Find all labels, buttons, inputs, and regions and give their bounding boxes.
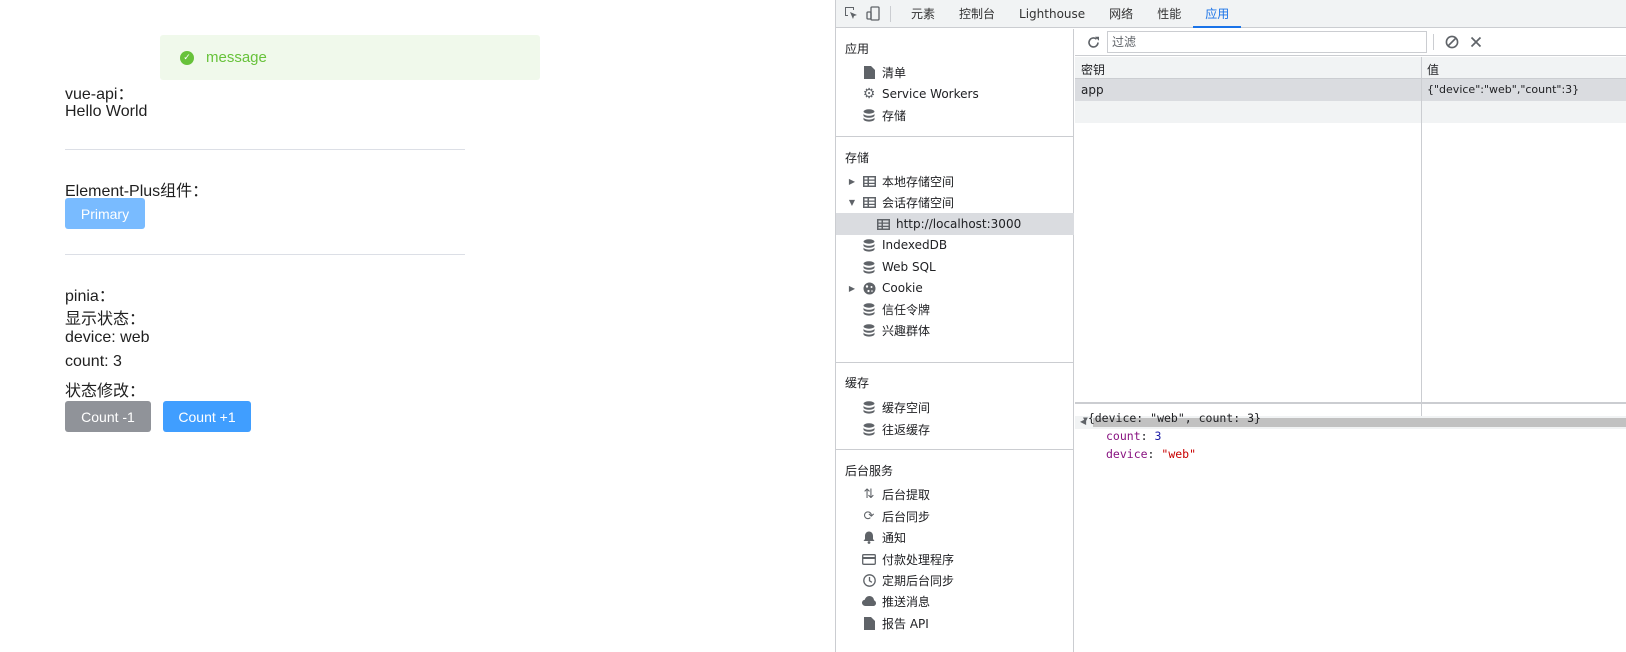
table-row-empty[interactable] bbox=[1075, 101, 1626, 123]
arrows-updown-icon: ⇅ bbox=[863, 486, 875, 502]
storage-table: 密钥 值 app {"device":"web","count":3} ◀ bbox=[1075, 57, 1626, 429]
database-icon bbox=[861, 399, 877, 415]
clear-all-icon[interactable] bbox=[1440, 30, 1464, 54]
section-divider bbox=[836, 362, 1074, 363]
file-icon bbox=[861, 64, 877, 80]
tab-separator bbox=[890, 5, 891, 22]
database-icon bbox=[861, 107, 877, 123]
grid-icon bbox=[861, 194, 877, 210]
storage-view: 密钥 值 app {"device":"web","count":3} ◀ ▼{… bbox=[1075, 29, 1626, 652]
section-title-storage: 存储 bbox=[845, 151, 870, 165]
tab-performance[interactable]: 性能 bbox=[1145, 0, 1193, 28]
sidebar-item-background-sync[interactable]: ⟳ 后台同步 bbox=[836, 505, 1074, 527]
devtools-panel: 元素 控制台 Lighthouse 网络 性能 应用 应用 清单 ⚙ Servi… bbox=[835, 0, 1626, 652]
gear-icon: ⚙ bbox=[862, 86, 876, 102]
bell-icon bbox=[861, 529, 877, 545]
check-circle-icon: ✓ bbox=[180, 50, 194, 65]
column-divider[interactable] bbox=[1421, 57, 1422, 429]
preview-splitter[interactable] bbox=[1075, 402, 1626, 404]
delete-selected-icon[interactable] bbox=[1464, 30, 1488, 54]
sidebar-item-cookie[interactable]: ▶ Cookie bbox=[836, 277, 1074, 299]
refresh-icon[interactable] bbox=[1081, 30, 1105, 54]
expand-arrow-icon[interactable]: ▶ bbox=[847, 177, 857, 186]
count-increment-button[interactable]: Count +1 bbox=[163, 401, 251, 432]
sidebar-item-cache-storage[interactable]: 缓存空间 bbox=[836, 396, 1074, 418]
devtools-tab-bar: 元素 控制台 Lighthouse 网络 性能 应用 bbox=[836, 0, 1626, 28]
success-message-toast: ✓ message bbox=[160, 35, 540, 80]
storage-toolbar bbox=[1075, 29, 1626, 56]
sidebar-item-indexeddb[interactable]: IndexedDB bbox=[836, 234, 1074, 256]
toolbar-separator bbox=[1433, 34, 1434, 50]
device-state: device: web bbox=[65, 329, 150, 346]
sidebar-item-trust-tokens[interactable]: 信任令牌 bbox=[836, 298, 1074, 320]
cookie-icon bbox=[861, 280, 877, 296]
sidebar-item-manifest[interactable]: 清单 bbox=[836, 61, 1074, 83]
section-title-background-services: 后台服务 bbox=[845, 464, 894, 478]
cloud-icon bbox=[861, 593, 877, 609]
device-toolbar-icon[interactable] bbox=[862, 0, 884, 28]
vue-api-value: Hello World bbox=[65, 103, 148, 120]
filter-input[interactable] bbox=[1107, 31, 1427, 53]
section-divider bbox=[836, 136, 1074, 137]
app-page: ✓ message vue-api： Hello World Element-P… bbox=[0, 0, 835, 652]
sidebar-item-storage-overview[interactable]: 存储 bbox=[836, 104, 1074, 126]
sidebar-item-notifications[interactable]: 通知 bbox=[836, 526, 1074, 548]
modify-state-label: 状态修改： bbox=[65, 383, 146, 400]
database-icon bbox=[861, 237, 877, 253]
column-header-key[interactable]: 密钥 bbox=[1081, 61, 1105, 78]
divider bbox=[65, 149, 465, 150]
count-state: count: 3 bbox=[65, 353, 122, 370]
file-icon bbox=[861, 615, 877, 631]
database-icon bbox=[861, 259, 877, 275]
database-icon bbox=[861, 322, 877, 338]
database-icon bbox=[861, 421, 877, 437]
sync-icon: ⟳ bbox=[863, 508, 875, 524]
tab-application[interactable]: 应用 bbox=[1193, 0, 1242, 28]
sidebar-item-session-storage[interactable]: ▼ 会话存储空间 bbox=[836, 191, 1074, 213]
primary-button[interactable]: Primary bbox=[65, 198, 145, 229]
count-decrement-button[interactable]: Count -1 bbox=[65, 401, 151, 432]
grid-icon bbox=[875, 216, 891, 232]
section-title-cache: 缓存 bbox=[845, 376, 870, 390]
table-header: 密钥 值 bbox=[1075, 57, 1626, 79]
preview-property-device: device: "web" bbox=[1106, 447, 1197, 461]
table-row[interactable]: app {"device":"web","count":3} bbox=[1075, 79, 1626, 101]
sidebar-item-interest-groups[interactable]: 兴趣群体 bbox=[836, 319, 1074, 341]
tab-lighthouse[interactable]: Lighthouse bbox=[1007, 0, 1097, 28]
pinia-label: pinia： bbox=[65, 288, 115, 305]
collapse-arrow-icon[interactable]: ▼ bbox=[847, 198, 857, 207]
expand-arrow-icon[interactable]: ▶ bbox=[847, 284, 857, 293]
sidebar-item-session-localhost[interactable]: http://localhost:3000 bbox=[836, 213, 1074, 235]
sidebar-item-background-fetch[interactable]: ⇅ 后台提取 bbox=[836, 483, 1074, 505]
sidebar-item-back-forward-cache[interactable]: 往返缓存 bbox=[836, 418, 1074, 440]
sidebar-item-service-workers[interactable]: ⚙ Service Workers bbox=[836, 83, 1074, 105]
sidebar-item-payment-handler[interactable]: 付款处理程序 bbox=[836, 548, 1074, 570]
divider bbox=[65, 254, 465, 255]
sidebar-item-local-storage[interactable]: ▶ 本地存储空间 bbox=[836, 170, 1074, 192]
database-icon bbox=[861, 301, 877, 317]
toast-text: message bbox=[206, 49, 267, 66]
section-divider bbox=[836, 449, 1074, 450]
application-sidebar: 应用 清单 ⚙ Service Workers 存储 存储 ▶ 本地存储空间 ▼ bbox=[836, 29, 1074, 652]
show-state-label: 显示状态： bbox=[65, 311, 146, 328]
sidebar-item-push-messaging[interactable]: 推送消息 bbox=[836, 590, 1074, 612]
vue-api-label: vue-api： bbox=[65, 86, 134, 103]
row-key: app bbox=[1081, 83, 1104, 97]
card-icon bbox=[861, 551, 877, 567]
screen: ✓ message vue-api： Hello World Element-P… bbox=[0, 0, 1626, 652]
tab-elements[interactable]: 元素 bbox=[899, 0, 947, 28]
column-header-value[interactable]: 值 bbox=[1427, 61, 1439, 78]
tab-network[interactable]: 网络 bbox=[1097, 0, 1145, 28]
section-title-application: 应用 bbox=[845, 42, 870, 56]
preview-property-count: count: 3 bbox=[1106, 429, 1162, 443]
row-value: {"device":"web","count":3} bbox=[1427, 83, 1580, 96]
preview-object-summary[interactable]: ▼{device: "web", count: 3} bbox=[1083, 411, 1261, 425]
inspect-element-icon[interactable] bbox=[840, 0, 862, 28]
clock-icon bbox=[861, 572, 877, 588]
sidebar-item-reporting-api[interactable]: 报告 API bbox=[836, 612, 1074, 634]
tab-console[interactable]: 控制台 bbox=[947, 0, 1007, 28]
sidebar-item-periodic-background-sync[interactable]: 定期后台同步 bbox=[836, 569, 1074, 591]
sidebar-item-websql[interactable]: Web SQL bbox=[836, 256, 1074, 278]
grid-icon bbox=[861, 173, 877, 189]
